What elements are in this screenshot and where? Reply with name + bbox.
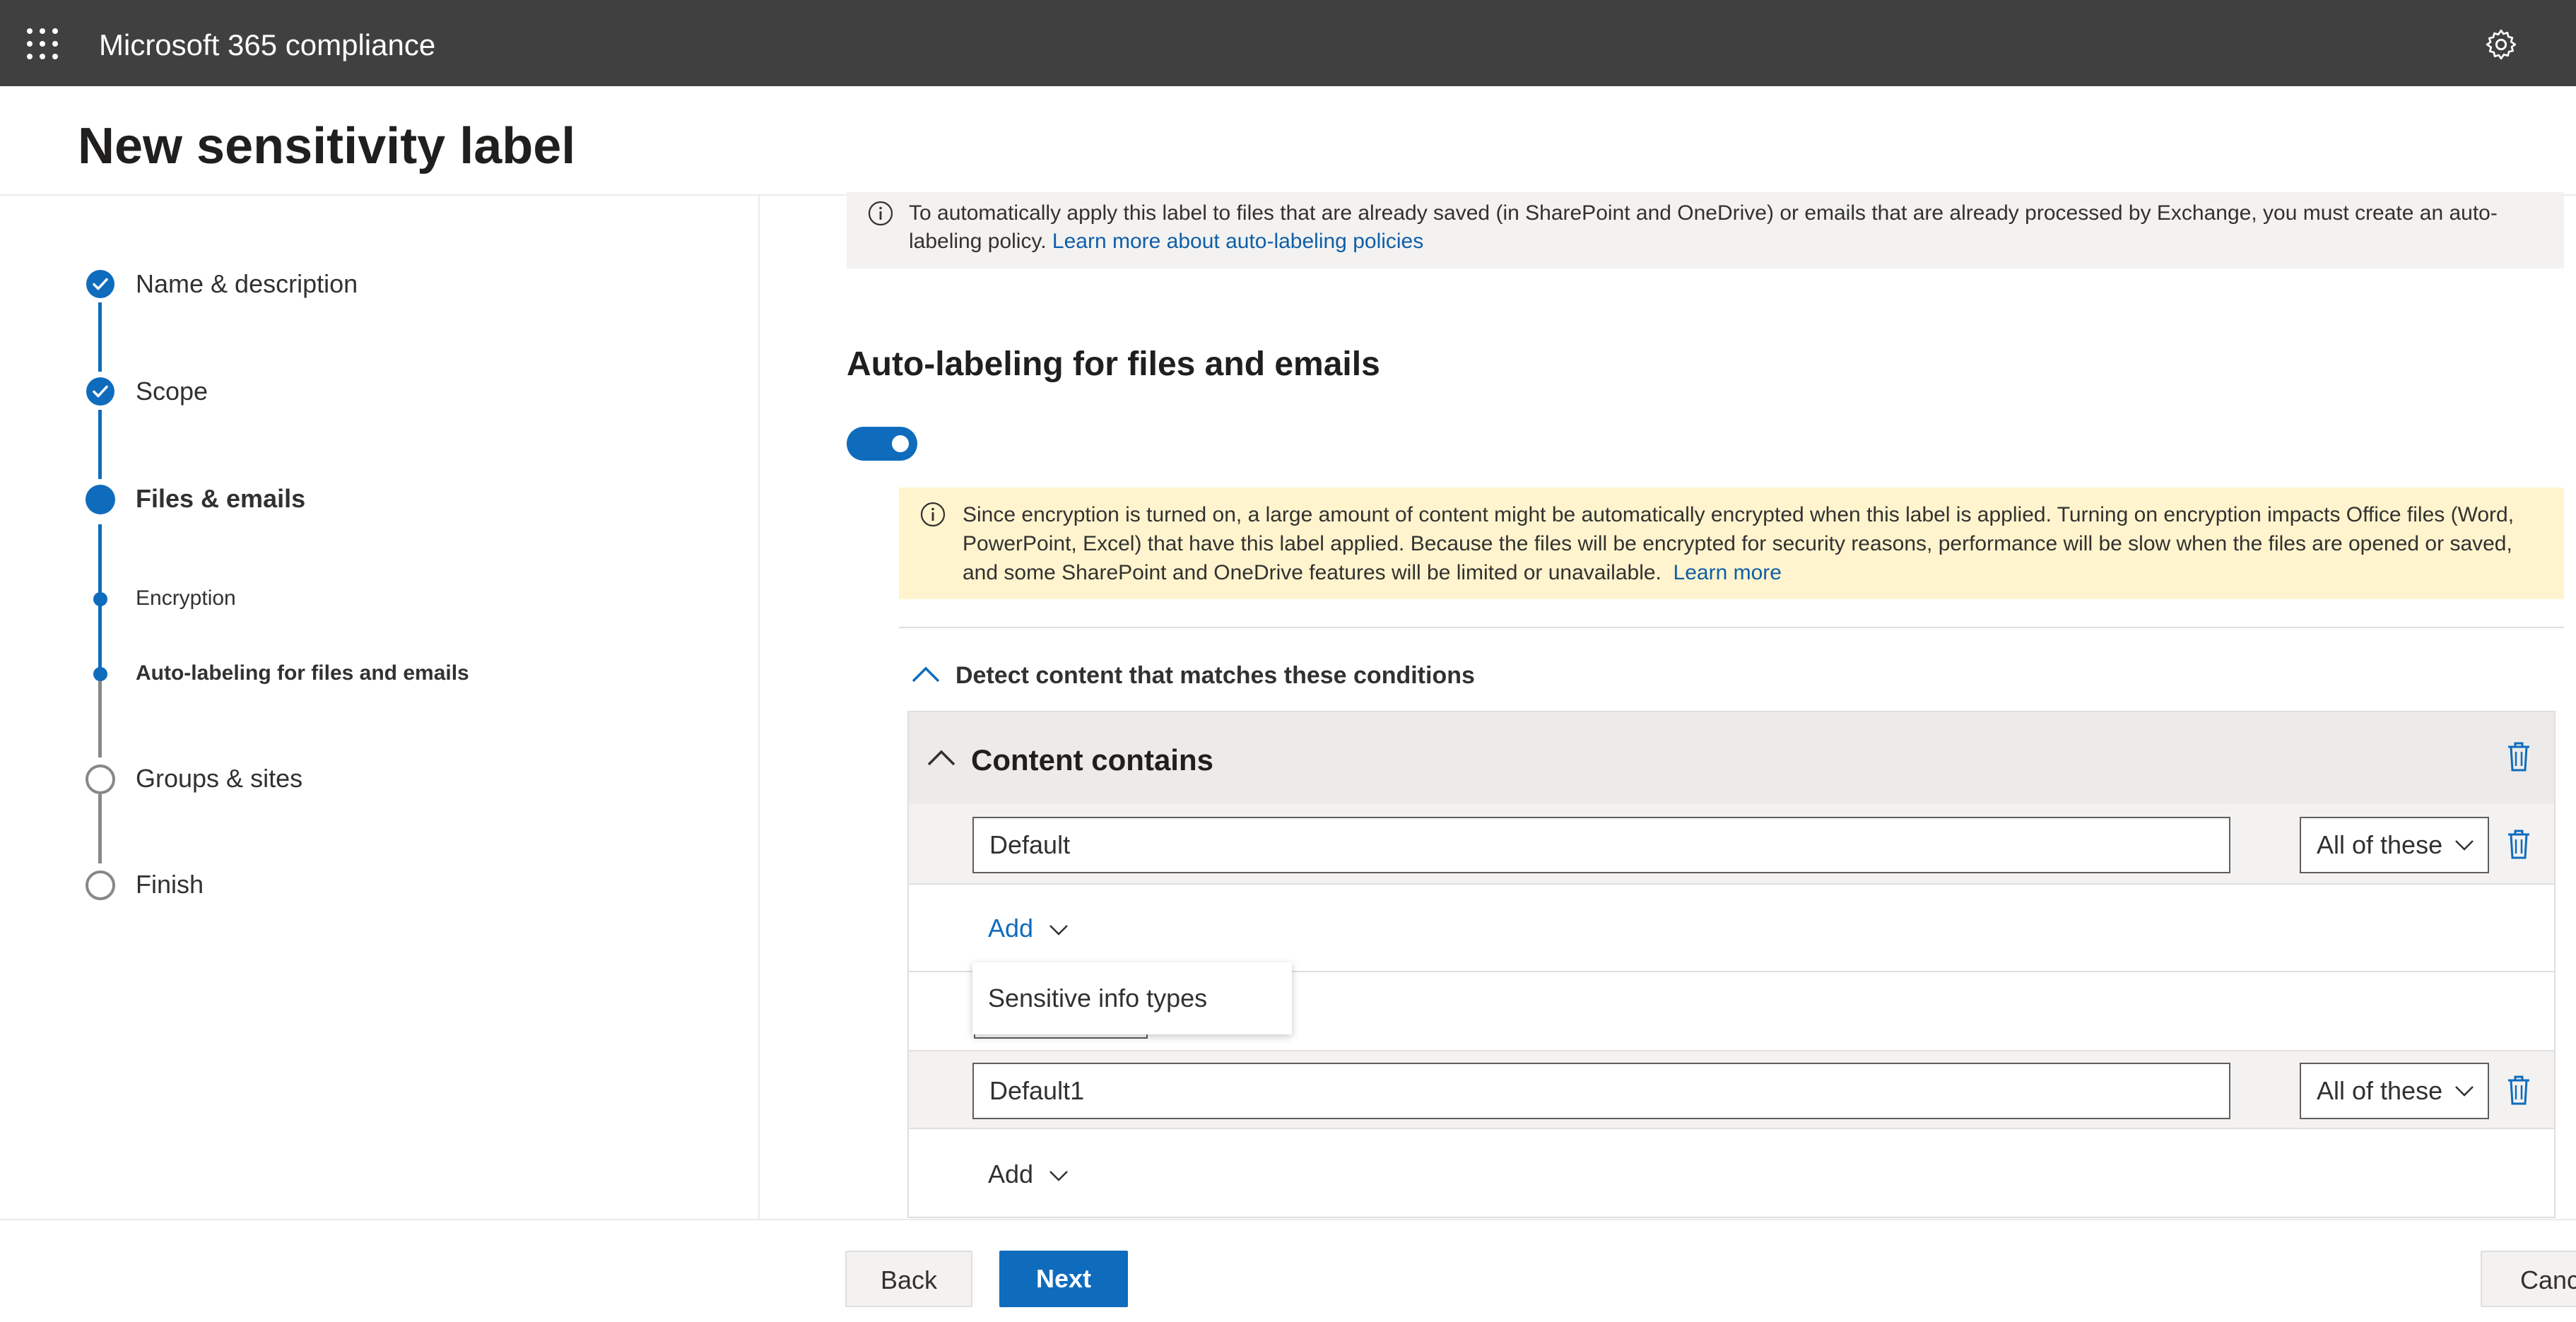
chevron-down-icon: [1049, 1171, 1068, 1181]
back-button[interactable]: Back: [845, 1251, 972, 1307]
chevron-up-icon[interactable]: [910, 664, 941, 685]
substep-label-auto-labeling[interactable]: Auto-labeling for files and emails: [136, 660, 469, 687]
cancel-button[interactable]: Cancel: [2481, 1251, 2576, 1307]
delete-trash-icon[interactable]: [2506, 740, 2531, 773]
info-message-bar: To automatically apply this label to fil…: [847, 192, 2564, 268]
page-title: New sensitivity label: [78, 118, 576, 175]
row-divider: [909, 1128, 2554, 1129]
chevron-up-icon[interactable]: [926, 748, 957, 769]
chevron-down-icon: [1049, 925, 1068, 936]
auto-labeling-toggle[interactable]: [847, 427, 917, 461]
match-type-dropdown[interactable]: All of these: [2300, 1063, 2489, 1119]
divider: [899, 627, 2564, 628]
add-label: Add: [988, 1159, 1034, 1188]
next-button[interactable]: Next: [999, 1251, 1128, 1307]
step-label-finish[interactable]: Finish: [136, 869, 204, 900]
step-label-scope[interactable]: Scope: [136, 376, 208, 407]
match-type-value: All of these: [2317, 1076, 2443, 1105]
chevron-down-icon: [2455, 1086, 2474, 1097]
pending-step-circle-icon: [86, 765, 115, 794]
substep-dot-icon: [93, 667, 107, 681]
match-type-dropdown[interactable]: All of these: [2300, 817, 2489, 873]
checkmark-icon: [86, 270, 114, 298]
section-title: Auto-labeling for files and emails: [847, 346, 1380, 383]
pending-step-circle-icon: [86, 870, 115, 900]
learn-more-auto-labeling-link[interactable]: Learn more about auto-labeling policies: [1052, 230, 1423, 253]
footer-divider: [0, 1219, 2576, 1220]
step-label-files-emails[interactable]: Files & emails: [136, 483, 305, 514]
add-label: Add: [988, 914, 1034, 943]
warning-message-text: Since encryption is turned on, a large a…: [963, 500, 2546, 587]
step-connector: [98, 794, 102, 863]
app-title[interactable]: Microsoft 365 compliance: [99, 27, 435, 64]
step-connector: [98, 680, 102, 757]
chevron-down-icon: [2455, 840, 2474, 851]
toggle-knob: [892, 435, 909, 452]
app-launcher-icon[interactable]: [27, 28, 58, 59]
current-step-dot-icon: [86, 485, 115, 514]
delete-trash-icon[interactable]: [2506, 828, 2531, 861]
step-connector: [98, 410, 102, 479]
warning-message-bar: Since encryption is turned on, a large a…: [899, 488, 2564, 599]
substep-label-encryption[interactable]: Encryption: [136, 585, 236, 612]
group-name-input[interactable]: Default1: [972, 1063, 2230, 1119]
content-contains-title: Content contains: [971, 743, 1213, 777]
add-condition-button[interactable]: Add: [988, 1159, 1069, 1190]
match-type-value: All of these: [2317, 830, 2443, 859]
substep-dot-icon: [93, 592, 107, 606]
info-message-text: To automatically apply this label to fil…: [909, 199, 2534, 256]
stepper-divider: [758, 196, 760, 1219]
row-divider: [909, 883, 2554, 885]
info-icon: [920, 502, 946, 527]
add-condition-button[interactable]: Add: [988, 913, 1069, 944]
add-dropdown-menu: Sensitive info types: [972, 962, 1292, 1034]
delete-trash-icon[interactable]: [2506, 1074, 2531, 1106]
info-icon: [868, 201, 893, 226]
group-name-input[interactable]: Default: [972, 817, 2230, 873]
detect-conditions-heading[interactable]: Detect content that matches these condit…: [955, 660, 1475, 691]
step-connector: [98, 302, 102, 372]
step-label-groups-sites[interactable]: Groups & sites: [136, 763, 302, 794]
menu-item-sensitive-info-types[interactable]: Sensitive info types: [988, 962, 1207, 1034]
settings-gear-icon[interactable]: [2483, 27, 2519, 62]
step-label-name-description[interactable]: Name & description: [136, 268, 358, 300]
checkmark-icon: [86, 377, 114, 406]
learn-more-encryption-link[interactable]: Learn more: [1674, 561, 1782, 584]
